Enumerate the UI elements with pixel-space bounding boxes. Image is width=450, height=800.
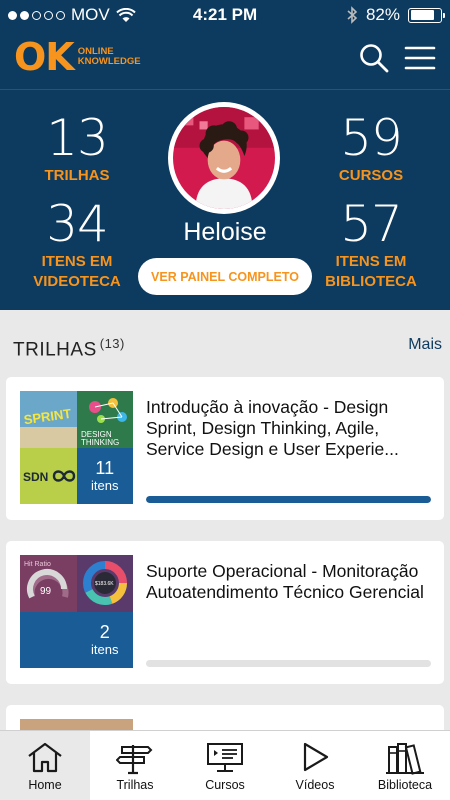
stat-videoteca-label-2: VIDEOTECA	[33, 273, 121, 290]
item-count-tile: 2 itens	[76, 611, 133, 668]
trilha-card[interactable]: Hit Ratio 99 $183.6K 2 itens Suporte Ope…	[6, 541, 444, 684]
trilha-title: Introdução à inovação - Design Sprint, D…	[146, 397, 399, 459]
profile-summary: 13 TRILHAS 59 CURSOS 34 ITENS EM VIDEOTE…	[0, 90, 450, 310]
item-count-tile: 11 itens	[76, 447, 133, 504]
user-name: Heloise	[183, 218, 267, 246]
section-title-text: TRILHAS	[13, 339, 97, 361]
trilha-thumbnail: SPRINT DESIGN THINKING SDN 11 itens	[20, 391, 133, 504]
progress-bar-fill	[146, 496, 431, 503]
battery-icon	[408, 7, 445, 23]
logo-line-2: KNOWLEDGE	[77, 56, 141, 67]
thumb-tile-sprint: SPRINT	[20, 391, 77, 448]
stat-cursos[interactable]: 59 CURSOS	[296, 110, 446, 186]
stat-videoteca-label-1: ITENS EM	[41, 253, 113, 270]
thumb-gauge-value: 99	[40, 586, 52, 597]
logo-ok: OK	[14, 35, 75, 79]
battery-percent: 82%	[365, 5, 400, 24]
thumb-tile-donut: $183.6K	[76, 555, 133, 612]
avatar[interactable]	[168, 102, 280, 214]
stat-cursos-label: CURSOS	[338, 167, 404, 184]
app-header: OK ONLINE KNOWLEDGE	[0, 30, 450, 90]
app-logo[interactable]: OK ONLINE KNOWLEDGE	[14, 38, 141, 76]
bottom-tab-bar: Home Trilhas Cursos Vídeos Biblioteca	[0, 730, 450, 800]
section-title: TRILHAS (13)	[13, 336, 125, 361]
thumb-tile-blank	[20, 611, 77, 668]
stat-biblioteca-label-2: BIBLIOTECA	[325, 273, 417, 290]
tab-cursos[interactable]: Cursos	[180, 731, 270, 800]
trilha-thumbnail: Hit Ratio 99 $183.6K 2 itens	[20, 555, 133, 668]
section-count: (13)	[99, 336, 125, 351]
item-count: 11	[95, 457, 115, 478]
status-bar: MOV 4:21 PM 82%	[0, 0, 450, 30]
tab-cursos-label: Cursos	[205, 778, 245, 792]
tab-trilhas-label: Trilhas	[116, 778, 154, 792]
avatar-photo	[173, 107, 275, 209]
tab-trilhas[interactable]: Trilhas	[90, 731, 180, 800]
thumb-tile-design-thinking: DESIGN THINKING	[76, 391, 133, 448]
home-icon	[28, 742, 62, 773]
stat-trilhas[interactable]: 13 TRILHAS	[2, 110, 152, 186]
stat-trilhas-label: TRILHAS	[44, 167, 110, 184]
more-link[interactable]: Mais	[408, 336, 442, 354]
stat-trilhas-value: 13	[46, 109, 109, 167]
tab-home[interactable]: Home	[0, 731, 90, 800]
tab-biblioteca[interactable]: Biblioteca	[360, 731, 450, 800]
thumb-design-text-2: THINKING	[81, 438, 119, 447]
thumb-gauge-label: Hit Ratio	[24, 561, 51, 568]
thumb-tile-gauge: Hit Ratio 99	[20, 555, 77, 612]
item-count: 2	[99, 621, 110, 642]
tab-biblioteca-label: Biblioteca	[377, 778, 433, 792]
item-count-label: itens	[91, 641, 119, 657]
stat-biblioteca-label-1: ITENS EM	[335, 253, 407, 270]
play-icon	[303, 742, 329, 772]
view-full-dashboard-button[interactable]: VER PAINEL COMPLETO	[138, 258, 312, 295]
signpost-icon	[116, 745, 153, 775]
tab-videos-label: Vídeos	[295, 778, 335, 792]
thumb-sdn-text: SDN	[23, 470, 48, 484]
thumb-donut-value: $183.6K	[95, 581, 114, 587]
trilha-title: Suporte Operacional - Monitoração Autoat…	[146, 561, 424, 602]
bluetooth-icon	[347, 6, 358, 24]
search-icon[interactable]	[358, 42, 390, 74]
item-count-label: itens	[91, 477, 119, 493]
presentation-board-icon	[207, 743, 243, 772]
progress-bar	[146, 496, 431, 503]
books-icon	[386, 743, 424, 775]
tab-videos[interactable]: Vídeos	[270, 731, 360, 800]
thumb-tile-sdn: SDN	[20, 447, 77, 504]
tab-home-label: Home	[28, 778, 62, 792]
trilhas-section-header: TRILHAS (13) Mais	[0, 310, 450, 376]
stat-cursos-value: 59	[340, 109, 403, 167]
progress-bar	[146, 660, 431, 667]
hamburger-menu-icon[interactable]	[404, 42, 436, 74]
trilha-card[interactable]: SPRINT DESIGN THINKING SDN 11 itens Intr…	[6, 377, 444, 520]
